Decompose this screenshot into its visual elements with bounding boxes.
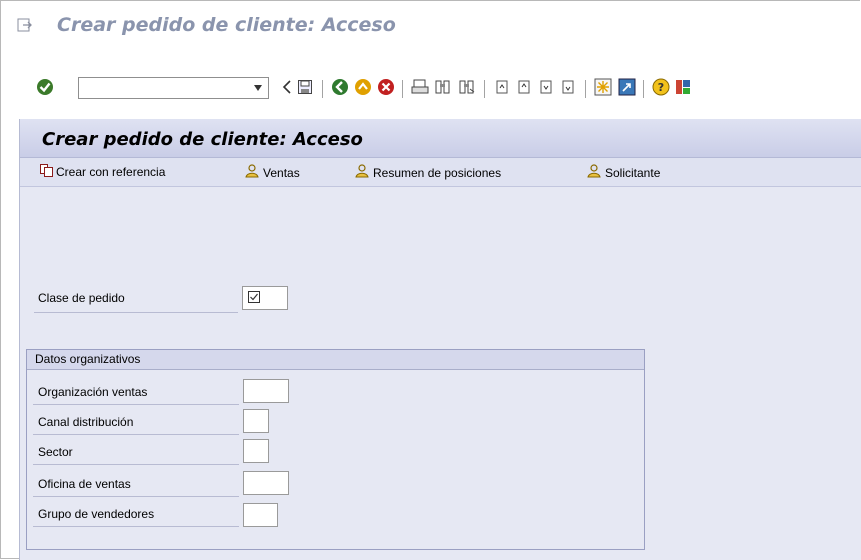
sap-window: Crear pedido de cliente: Acceso ? Crear … (0, 0, 861, 560)
back-nav-icon[interactable] (330, 77, 350, 97)
sales-office-input[interactable] (243, 471, 289, 495)
create-with-reference-label: Crear con referencia (56, 165, 166, 179)
create-reference-icon (40, 164, 53, 180)
save-icon[interactable] (295, 77, 315, 97)
order-type-input[interactable] (242, 286, 288, 310)
menu-arrow-icon[interactable] (17, 17, 33, 33)
find-icon[interactable] (433, 77, 453, 97)
last-page-icon[interactable] (558, 77, 578, 97)
search-help-icon[interactable] (248, 291, 260, 306)
next-page-icon[interactable] (536, 77, 556, 97)
create-with-reference-button[interactable]: Crear con referencia (40, 164, 165, 180)
sales-group-label: Grupo de vendedores (38, 507, 155, 521)
distribution-channel-label: Canal distribución (38, 415, 134, 429)
toolbar-separator (322, 80, 323, 98)
field-underline (33, 434, 239, 435)
exit-icon[interactable] (353, 77, 373, 97)
division-input[interactable] (243, 439, 269, 463)
person-icon (244, 164, 260, 181)
sales-office-label: Oficina de ventas (38, 477, 131, 491)
distribution-channel-input[interactable] (243, 409, 269, 433)
first-page-icon[interactable] (492, 77, 512, 97)
sales-button[interactable]: Ventas (244, 164, 300, 181)
screen-area: Crear pedido de cliente: Acceso Crear co… (19, 119, 861, 560)
command-field[interactable] (78, 77, 269, 99)
field-underline (33, 496, 239, 497)
field-underline (34, 312, 238, 313)
back-icon[interactable] (277, 77, 297, 97)
enter-icon[interactable] (35, 77, 55, 97)
sales-label: Ventas (263, 165, 300, 180)
toolbar-separator (643, 80, 644, 98)
shortcut-icon[interactable] (617, 77, 637, 97)
person-icon (586, 164, 602, 181)
field-underline (33, 526, 239, 527)
sales-org-label: Organización ventas (38, 385, 148, 399)
order-type-label: Clase de pedido (38, 291, 125, 305)
org-data-title: Datos organizativos (35, 352, 141, 366)
standard-toolbar: ? (1, 70, 861, 108)
sales-group-input[interactable] (243, 503, 278, 527)
chevron-down-icon[interactable] (250, 79, 266, 97)
customize-icon[interactable] (673, 77, 693, 97)
toolbar-separator (585, 80, 586, 98)
title-bar: Crear pedido de cliente: Acceso (1, 1, 861, 49)
sold-to-party-label: Solicitante (605, 165, 661, 180)
cancel-icon[interactable] (376, 77, 396, 97)
screen-title: Crear pedido de cliente: Acceso (42, 129, 363, 150)
person-icon (354, 164, 370, 181)
find-next-icon[interactable] (457, 77, 477, 97)
field-underline (33, 464, 239, 465)
window-title: Crear pedido de cliente: Acceso (57, 14, 396, 36)
print-icon[interactable] (410, 77, 430, 97)
sales-org-input[interactable] (243, 379, 289, 403)
field-underline (33, 404, 239, 405)
division-label: Sector (38, 445, 73, 459)
prev-page-icon[interactable] (514, 77, 534, 97)
svg-text:?: ? (658, 81, 664, 94)
item-overview-button[interactable]: Resumen de posiciones (354, 164, 501, 181)
org-data-header: Datos organizativos (27, 350, 644, 370)
org-data-group: Datos organizativos Organización ventas … (26, 349, 645, 550)
screen-header: Crear pedido de cliente: Acceso (20, 119, 861, 158)
toolbar-separator (402, 80, 403, 98)
help-icon[interactable]: ? (651, 77, 671, 97)
sold-to-party-button[interactable]: Solicitante (586, 164, 660, 181)
new-session-icon[interactable] (593, 77, 613, 97)
toolbar-separator (484, 80, 485, 98)
item-overview-label: Resumen de posiciones (373, 165, 502, 180)
application-toolbar: Crear con referencia Ventas Resumen de p… (20, 158, 861, 187)
